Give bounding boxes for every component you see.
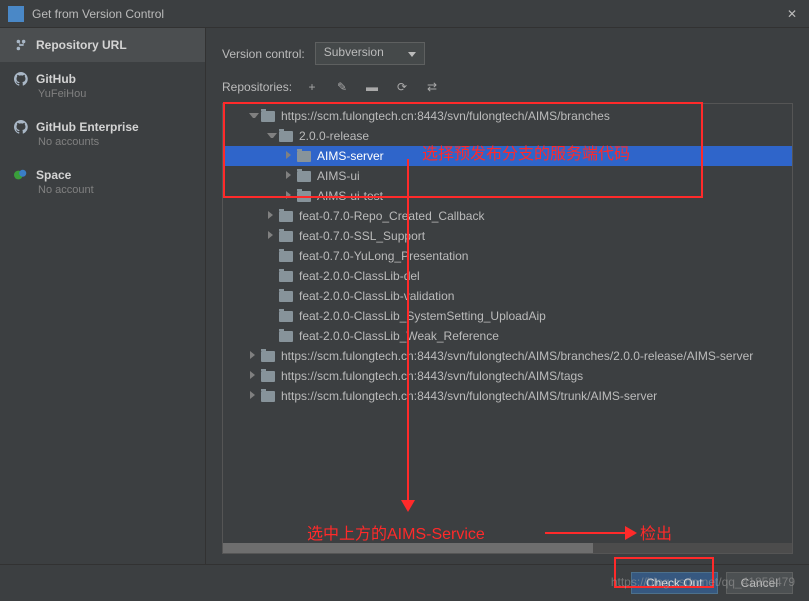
horizontal-scrollbar[interactable]	[223, 543, 792, 553]
main: Repository URL GitHub YuFeiHou GitHub En…	[0, 28, 809, 564]
folder-icon	[279, 331, 293, 342]
tree-row[interactable]: feat-2.0.0-ClassLib-validation	[223, 286, 792, 306]
tree-node-label: feat-0.7.0-YuLong_Presentation	[299, 249, 468, 263]
folder-icon	[261, 371, 275, 382]
tree-row[interactable]: feat-2.0.0-ClassLib_SystemSetting_Upload…	[223, 306, 792, 326]
checkout-button[interactable]: Check Out	[631, 572, 718, 594]
folder-icon	[279, 251, 293, 262]
tree-row[interactable]: feat-2.0.0-ClassLib_Weak_Reference	[223, 326, 792, 346]
sidebar-item-repository-url[interactable]: Repository URL	[0, 28, 205, 62]
tree-row[interactable]: feat-2.0.0-ClassLib-del	[223, 266, 792, 286]
tree-node-label: feat-2.0.0-ClassLib_Weak_Reference	[299, 329, 499, 343]
cancel-button[interactable]: Cancel	[726, 572, 793, 594]
tree-node-label: feat-2.0.0-ClassLib-del	[299, 269, 420, 283]
tree-node-label: AIMS-server	[317, 149, 384, 163]
close-icon[interactable]: ✕	[783, 7, 801, 21]
chevron-right-icon[interactable]	[283, 190, 295, 202]
chevron-right-icon[interactable]	[265, 230, 277, 242]
tree-node-label: feat-0.7.0-Repo_Created_Callback	[299, 209, 484, 223]
app-icon	[8, 6, 24, 22]
chevron-right-icon[interactable]	[247, 390, 259, 402]
folder-icon	[261, 111, 275, 122]
tree-node-label: feat-2.0.0-ClassLib-validation	[299, 289, 454, 303]
chevron-down-icon[interactable]	[265, 130, 277, 142]
tree-row[interactable]: AIMS-ui	[223, 166, 792, 186]
sidebar: Repository URL GitHub YuFeiHou GitHub En…	[0, 28, 206, 564]
tree-row[interactable]: feat-0.7.0-Repo_Created_Callback	[223, 206, 792, 226]
folder-icon	[297, 171, 311, 182]
version-control-label: Version control:	[222, 47, 305, 61]
folder-icon	[279, 231, 293, 242]
tree-row[interactable]: https://scm.fulongtech.cn:8443/svn/fulon…	[223, 106, 792, 126]
footer: Check Out Cancel	[0, 564, 809, 601]
tree-row[interactable]: https://scm.fulongtech.cn:8443/svn/fulon…	[223, 386, 792, 406]
folder-icon	[279, 131, 293, 142]
space-icon	[14, 168, 28, 182]
folder-icon	[279, 211, 293, 222]
content: Version control: Subversion Repositories…	[206, 28, 809, 564]
sidebar-item-label: Space	[36, 168, 71, 182]
chevron-right-icon[interactable]	[265, 210, 277, 222]
tree-node-label: https://scm.fulongtech.cn:8443/svn/fulon…	[281, 349, 753, 363]
chevron-down-icon[interactable]	[247, 110, 259, 122]
scrollbar-thumb[interactable]	[223, 543, 593, 553]
cleanup-icon[interactable]: ⇄	[422, 77, 442, 97]
tree-row[interactable]: https://scm.fulongtech.cn:8443/svn/fulon…	[223, 366, 792, 386]
chevron-right-icon[interactable]	[247, 350, 259, 362]
tree-node-label: AIMS-ui-test	[317, 189, 383, 203]
refresh-icon[interactable]: ⟳	[392, 77, 412, 97]
sidebar-item-github[interactable]: GitHub YuFeiHou	[0, 62, 205, 110]
tree-row[interactable]: feat-0.7.0-YuLong_Presentation	[223, 246, 792, 266]
chevron-right-icon[interactable]	[283, 170, 295, 182]
branch-icon	[14, 38, 28, 52]
repositories-toolbar: Repositories: + ✎ ▬ ⟳ ⇄	[222, 77, 793, 97]
repositories-label: Repositories:	[222, 80, 292, 94]
folder-icon	[261, 391, 275, 402]
repository-tree[interactable]: https://scm.fulongtech.cn:8443/svn/fulon…	[222, 103, 793, 554]
tree-node-label: https://scm.fulongtech.cn:8443/svn/fulon…	[281, 369, 583, 383]
folder-icon	[297, 151, 311, 162]
github-icon	[14, 72, 28, 86]
tree-row[interactable]: feat-0.7.0-SSL_Support	[223, 226, 792, 246]
tree-row[interactable]: 2.0.0-release	[223, 126, 792, 146]
folder-icon	[279, 311, 293, 322]
tree-node-label: feat-2.0.0-ClassLib_SystemSetting_Upload…	[299, 309, 546, 323]
chevron-right-icon[interactable]	[283, 150, 295, 162]
edit-icon[interactable]: ✎	[332, 77, 352, 97]
folder-icon	[279, 271, 293, 282]
tree-node-label: feat-0.7.0-SSL_Support	[299, 229, 425, 243]
tree-node-label: https://scm.fulongtech.cn:8443/svn/fulon…	[281, 109, 610, 123]
version-control-combo[interactable]: Subversion	[315, 42, 425, 65]
sidebar-item-label: Repository URL	[36, 38, 127, 52]
sidebar-item-space[interactable]: Space No account	[0, 158, 205, 206]
delete-icon[interactable]: ▬	[362, 77, 382, 97]
tree-row[interactable]: AIMS-server	[223, 146, 792, 166]
github-icon	[14, 120, 28, 134]
sidebar-item-label: GitHub	[36, 72, 76, 86]
chevron-right-icon[interactable]	[247, 370, 259, 382]
tree-node-label: AIMS-ui	[317, 169, 360, 183]
sidebar-item-sub: No account	[38, 184, 191, 196]
sidebar-item-github-enterprise[interactable]: GitHub Enterprise No accounts	[0, 110, 205, 158]
tree-node-label: 2.0.0-release	[299, 129, 369, 143]
titlebar: Get from Version Control ✕	[0, 0, 809, 28]
folder-icon	[279, 291, 293, 302]
sidebar-item-sub: No accounts	[38, 136, 191, 148]
sidebar-item-sub: YuFeiHou	[38, 88, 191, 100]
folder-icon	[297, 191, 311, 202]
tree-row[interactable]: https://scm.fulongtech.cn:8443/svn/fulon…	[223, 346, 792, 366]
tree-row[interactable]: AIMS-ui-test	[223, 186, 792, 206]
add-icon[interactable]: +	[302, 77, 322, 97]
window-title: Get from Version Control	[32, 7, 783, 21]
tree-node-label: https://scm.fulongtech.cn:8443/svn/fulon…	[281, 389, 657, 403]
folder-icon	[261, 351, 275, 362]
version-control-row: Version control: Subversion	[222, 42, 793, 65]
sidebar-item-label: GitHub Enterprise	[36, 120, 139, 134]
